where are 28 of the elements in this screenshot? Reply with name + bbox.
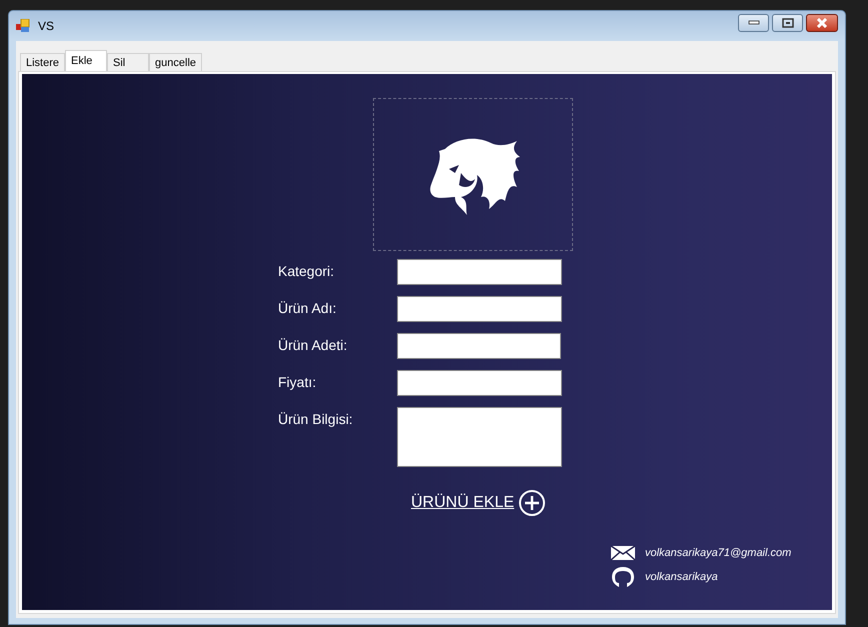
maximize-button[interactable] [772, 14, 803, 32]
input-field[interactable] [397, 333, 561, 359]
field-label: Ürün Adı: [278, 299, 338, 316]
minimize-button[interactable] [738, 14, 769, 32]
close-button[interactable] [806, 14, 838, 32]
field-label: Fiyatı: [278, 373, 318, 390]
contact-text: volkansarikaya [645, 571, 718, 583]
close-icon [816, 18, 828, 28]
field-label: Ürün Bilgisi: [278, 410, 354, 427]
input-field[interactable] [397, 407, 562, 467]
tab[interactable]: guncelle [149, 53, 202, 71]
tab[interactable]: Ekle [65, 50, 108, 71]
github-icon[interactable] [611, 567, 635, 587]
field-label: Kategori: [278, 262, 336, 279]
plus-circle-icon[interactable] [518, 489, 546, 517]
input-field[interactable] [397, 370, 562, 396]
tab[interactable]: Listere [20, 53, 66, 71]
add-product-link[interactable]: ÜRÜNÜ EKLE [411, 494, 514, 512]
tab[interactable]: Sil [107, 53, 150, 71]
contact-text: volkansarikaya71@gmail.com [645, 547, 792, 559]
input-field[interactable] [397, 296, 562, 322]
maximize-icon [782, 18, 794, 28]
minimize-icon [748, 20, 760, 26]
window-title: VS [38, 19, 54, 33]
app-icon [16, 19, 32, 33]
field-label: Ürün Adeti: [278, 336, 348, 353]
envelope-icon[interactable] [611, 545, 635, 561]
input-field[interactable] [397, 259, 562, 285]
